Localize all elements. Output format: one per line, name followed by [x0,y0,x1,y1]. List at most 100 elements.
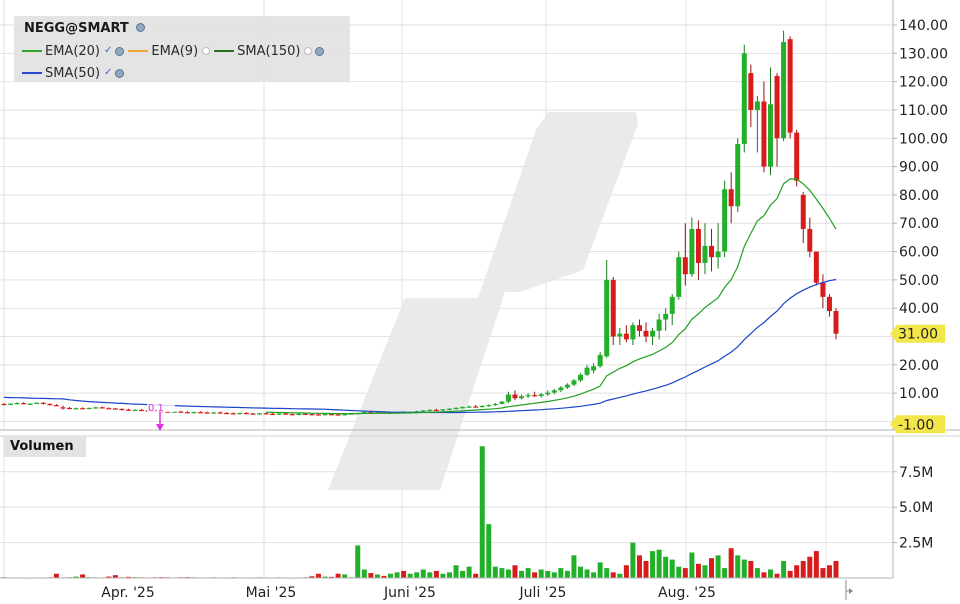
candle [741,44,747,153]
legend-label: SMA(50) [45,65,101,81]
volume-bar [597,562,603,578]
volume-bar [591,572,597,578]
volume-bar [748,561,754,578]
candle-body [112,408,118,410]
volume-bar [335,573,341,578]
volume-bar [453,565,459,578]
settings-gear-icon[interactable] [115,46,125,56]
candle-body [204,412,210,414]
candle-body [1,403,7,406]
volume-tick-label: 7.5M [899,465,933,481]
candle-body [178,411,184,413]
visibility-toggle-icon[interactable] [304,47,313,55]
legend-item[interactable]: EMA(9) [128,44,211,59]
volume-bar [414,572,420,578]
volume-bar [826,565,832,578]
candle-body [610,279,616,337]
visibility-check-icon[interactable]: ✓ [104,46,112,56]
candle-body [53,405,59,407]
volume-bar [800,561,806,578]
time-tick-label: Juli '25 [519,585,567,600]
candle-body [630,325,636,340]
candle-body [224,412,230,415]
candle-body [761,101,767,167]
candle-body [702,245,708,263]
candle-body [669,296,675,314]
candle-body [93,407,99,409]
candle-body [263,413,269,415]
candle-body [486,405,492,407]
price-tick-label: 20.00 [899,358,939,374]
candle-body [14,403,20,405]
instrument-title: NEGG@SMART [24,21,146,36]
candle-body [774,75,780,139]
candle-body [767,104,773,167]
volume-bar [374,574,380,578]
settings-gear-icon[interactable] [315,46,325,56]
candle [722,180,728,258]
candle-body [682,257,688,275]
candle-body [578,374,584,381]
candle-body [505,394,511,402]
volume-bar [551,572,557,578]
volume-bar [722,568,728,578]
volume-bar [767,569,773,578]
candle [794,129,800,187]
event-marker-label: 0.1 [148,403,164,414]
candle-body [329,414,335,416]
volume-bar [368,573,374,578]
volume-bar [787,570,793,578]
volume-bar [505,569,511,578]
candle-body [800,194,806,229]
candle-body [256,413,262,415]
price-tag-text: 31.00 [898,327,938,343]
visibility-check-icon[interactable]: ✓ [104,68,112,78]
visibility-toggle-icon[interactable] [202,47,211,55]
candle-body [826,296,832,312]
candle-body [34,402,40,404]
candle-body [132,409,138,412]
candle-body [27,403,33,405]
candle-body [237,412,243,415]
candle-body [617,333,623,337]
candle-body [217,412,223,414]
volume-bar [623,565,629,578]
legend-item[interactable]: EMA(20) ✓ [22,44,125,59]
volume-bar [80,574,86,578]
candle-body [473,406,479,408]
last-price-tag: 31.00 [890,324,945,343]
volume-bar [440,573,446,578]
price-tick-label: 50.00 [899,273,939,289]
candle [787,36,793,139]
candle [781,30,787,142]
volume-bar [682,568,688,578]
settings-gear-icon[interactable] [115,68,125,78]
candle-body [211,412,217,414]
candle-body [446,408,452,410]
candle-body [636,325,642,331]
time-tick-label: Apr. '25 [101,585,155,600]
volume-bar [781,561,787,578]
candle-body [813,251,819,283]
legend-swatch [22,72,42,74]
settings-gear-icon[interactable] [136,23,146,32]
legend-item[interactable]: SMA(150) [214,44,325,59]
candle-body [643,330,649,337]
volume-bar [833,561,839,578]
candle-body [781,41,787,139]
candle-body [663,313,669,320]
candle-body [538,394,544,396]
volume-bar [519,570,525,578]
candle-body [40,402,46,404]
legend-item[interactable]: SMA(50) ✓ [22,65,125,81]
volume-bar [735,555,741,578]
candle-body [106,408,112,410]
candle-body [139,409,145,412]
price-tick-label: 100.00 [899,131,948,147]
price-tick-label: 140.00 [899,18,948,34]
candle-body [8,403,14,405]
price-tick-label: 90.00 [899,160,939,176]
candle-body [73,408,79,410]
volume-bar [650,551,656,578]
legend-swatch [214,50,235,52]
